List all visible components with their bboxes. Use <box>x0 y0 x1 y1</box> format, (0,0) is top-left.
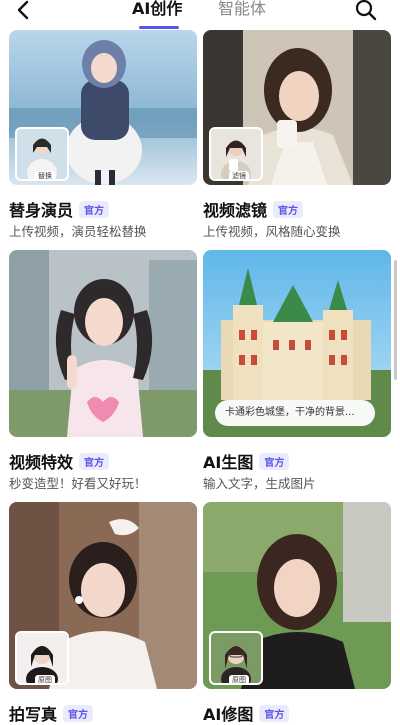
card-title: 拍写真 官方 <box>9 701 94 725</box>
after-edit-label: 修图后 <box>348 690 385 704</box>
source-thumbnail: 原图 <box>209 631 263 685</box>
card-title: 视频特效 官方 <box>9 449 110 473</box>
card-video-filter[interactable]: 滤镜 视频滤镜 官方 上传视频，风格随心变换 <box>203 30 391 240</box>
tab-agents[interactable]: 智能体 <box>218 0 266 20</box>
card-description: 输入文字，生成图片 <box>203 476 316 491</box>
source-thumbnail: 原图 <box>15 631 69 685</box>
official-badge: 官方 <box>273 201 304 218</box>
official-badge: 官方 <box>79 201 110 218</box>
card-stand-in-actor[interactable]: 替换 替身演员 官方 上传视频，演员轻松替换 <box>9 30 197 240</box>
card-description: 上传视频，风格随心变换 <box>203 224 341 239</box>
card-title: AI修图 官方 <box>203 701 290 725</box>
source-thumbnail: 滤镜 <box>209 127 263 181</box>
thumbnail-label: 滤镜 <box>229 171 249 179</box>
search-icon[interactable] <box>354 0 378 22</box>
card-image <box>9 250 197 437</box>
card-description: 上传视频，演员轻松替换 <box>9 224 147 239</box>
card-description: 秒变造型！好看又好玩！ <box>9 476 147 491</box>
thumbnail-label: 替换 <box>35 171 55 179</box>
card-video-effects[interactable]: 视频特效 官方 秒变造型！好看又好玩！ <box>9 250 197 495</box>
back-arrow-icon[interactable] <box>10 0 36 24</box>
card-title: 替身演员 官方 <box>9 197 110 221</box>
card-portrait-photo[interactable]: 原图 拍写真 官方 <box>9 502 197 724</box>
tab-ai-creation[interactable]: AI创作 <box>132 0 182 20</box>
source-thumbnail: 替换 <box>15 127 69 181</box>
thumbnail-label: 原图 <box>229 675 249 683</box>
top-nav-bar: AI创作 智能体 <box>0 0 400 30</box>
card-ai-image-generation[interactable]: 卡通彩色城堡，干净的背景... AI生图 官方 输入文字，生成图片 <box>203 250 391 495</box>
thumbnail-label: 原图 <box>35 675 55 683</box>
scrollbar[interactable] <box>394 260 397 380</box>
card-ai-photo-retouch[interactable]: 原图 修图后 AI修图 官方 <box>203 502 391 724</box>
prompt-text-pill: 卡通彩色城堡，干净的背景... <box>215 400 375 426</box>
card-title: 视频滤镜 官方 <box>203 197 304 221</box>
official-badge: 官方 <box>259 453 290 470</box>
official-badge: 官方 <box>79 453 110 470</box>
official-badge: 官方 <box>259 705 290 722</box>
official-badge: 官方 <box>63 705 94 722</box>
card-title: AI生图 官方 <box>203 449 290 473</box>
active-tab-indicator <box>139 26 179 29</box>
